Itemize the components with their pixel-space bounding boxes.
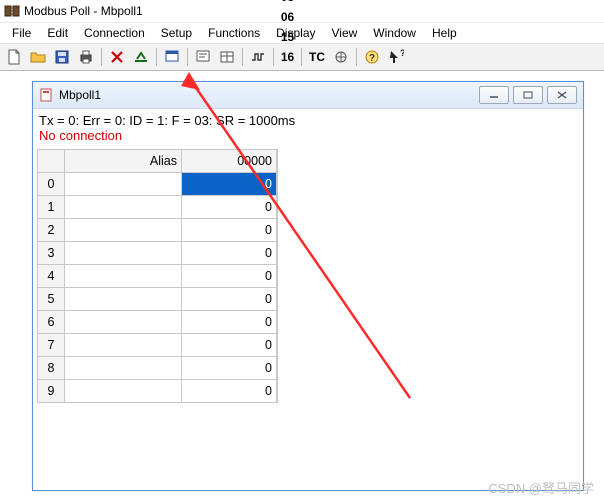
table-row[interactable]: 30	[38, 242, 277, 265]
column-header-alias[interactable]: Alias	[65, 150, 182, 173]
context-help-icon[interactable]: ?	[384, 45, 408, 69]
table-row[interactable]: 10	[38, 196, 277, 219]
row-index[interactable]: 2	[38, 219, 65, 242]
toolbar: 05061516172223 TC ? ?	[0, 43, 604, 71]
toolbar-separator	[301, 48, 302, 66]
menu-window[interactable]: Window	[365, 24, 424, 42]
cell-alias[interactable]	[65, 380, 182, 403]
disconnect-icon[interactable]	[105, 45, 129, 69]
cell-alias[interactable]	[65, 288, 182, 311]
cell-value[interactable]: 0	[182, 334, 277, 357]
test-center-icon[interactable]	[329, 45, 353, 69]
toolbar-separator	[356, 48, 357, 66]
row-header-blank	[38, 150, 65, 173]
cell-value[interactable]: 0	[182, 173, 277, 196]
app-title: Modbus Poll - Mbpoll1	[24, 4, 143, 18]
menu-functions[interactable]: Functions	[200, 24, 268, 42]
row-index[interactable]: 0	[38, 173, 65, 196]
row-index[interactable]: 6	[38, 311, 65, 334]
comm-traffic-icon[interactable]	[191, 45, 215, 69]
cell-value[interactable]: 0	[182, 357, 277, 380]
pulse-icon[interactable]	[246, 45, 270, 69]
cell-alias[interactable]	[65, 357, 182, 380]
svg-text:?: ?	[400, 49, 404, 58]
row-index[interactable]: 9	[38, 380, 65, 403]
status-line: Tx = 0: Err = 0: ID = 1: F = 03: SR = 10…	[37, 111, 579, 128]
function-code-06-button[interactable]: 06	[277, 7, 298, 27]
child-titlebar[interactable]: Mbpoll1	[33, 82, 583, 109]
tc-button[interactable]: TC	[305, 47, 329, 67]
cell-value[interactable]: 0	[182, 288, 277, 311]
row-index[interactable]: 4	[38, 265, 65, 288]
connection-status: No connection	[37, 128, 579, 147]
cell-value[interactable]: 0	[182, 380, 277, 403]
cell-alias[interactable]	[65, 242, 182, 265]
open-icon[interactable]	[26, 45, 50, 69]
cell-alias[interactable]	[65, 334, 182, 357]
row-index[interactable]: 7	[38, 334, 65, 357]
cell-alias[interactable]	[65, 311, 182, 334]
save-icon[interactable]	[50, 45, 74, 69]
new-icon[interactable]	[2, 45, 26, 69]
cell-alias[interactable]	[65, 196, 182, 219]
toolbar-separator	[187, 48, 188, 66]
table-row[interactable]: 40	[38, 265, 277, 288]
table-row[interactable]: 90	[38, 380, 277, 403]
cell-value[interactable]: 0	[182, 311, 277, 334]
menu-file[interactable]: File	[4, 24, 39, 42]
function-code-05-button[interactable]: 05	[277, 0, 298, 7]
table-row[interactable]: 80	[38, 357, 277, 380]
app-icon	[4, 3, 20, 19]
maximize-button[interactable]	[513, 86, 543, 104]
mdi-client-area: Mbpoll1 Tx = 0: Err = 0: ID = 1: F = 03:…	[0, 71, 604, 503]
menu-connection[interactable]: Connection	[76, 24, 153, 42]
close-button[interactable]	[547, 86, 577, 104]
cell-value[interactable]: 0	[182, 242, 277, 265]
toolbar-separator	[101, 48, 102, 66]
about-icon[interactable]: ?	[360, 45, 384, 69]
menu-edit[interactable]: Edit	[39, 24, 76, 42]
table-row[interactable]: 20	[38, 219, 277, 242]
register-table[interactable]: Alias 00000 00102030405060708090	[37, 149, 277, 403]
child-window: Mbpoll1 Tx = 0: Err = 0: ID = 1: F = 03:…	[32, 81, 584, 491]
row-index[interactable]: 3	[38, 242, 65, 265]
function-code-15-button[interactable]: 15	[277, 27, 298, 47]
connect-icon[interactable]	[129, 45, 153, 69]
menu-help[interactable]: Help	[424, 24, 465, 42]
toolbar-separator	[273, 48, 274, 66]
menubar: FileEditConnectionSetupFunctionsDisplayV…	[0, 23, 604, 43]
toolbar-separator	[242, 48, 243, 66]
svg-text:?: ?	[369, 53, 375, 64]
menu-setup[interactable]: Setup	[153, 24, 200, 42]
print-icon[interactable]	[74, 45, 98, 69]
child-title: Mbpoll1	[59, 88, 101, 102]
document-icon	[39, 87, 55, 103]
cell-value[interactable]: 0	[182, 265, 277, 288]
menu-view[interactable]: View	[324, 24, 366, 42]
minimize-button[interactable]	[479, 86, 509, 104]
row-index[interactable]: 5	[38, 288, 65, 311]
read-write-definition-icon[interactable]	[160, 45, 184, 69]
table-row[interactable]: 60	[38, 311, 277, 334]
cell-alias[interactable]	[65, 265, 182, 288]
cell-value[interactable]: 0	[182, 196, 277, 219]
excel-log-icon[interactable]	[215, 45, 239, 69]
table-row[interactable]: 00	[38, 173, 277, 196]
column-header-value[interactable]: 00000	[182, 150, 277, 173]
cell-alias[interactable]	[65, 219, 182, 242]
table-row[interactable]: 50	[38, 288, 277, 311]
child-content: Tx = 0: Err = 0: ID = 1: F = 03: SR = 10…	[33, 109, 583, 490]
row-index[interactable]: 1	[38, 196, 65, 219]
function-code-16-button[interactable]: 16	[277, 47, 298, 67]
table-row[interactable]: 70	[38, 334, 277, 357]
row-index[interactable]: 8	[38, 357, 65, 380]
app-titlebar: Modbus Poll - Mbpoll1	[0, 0, 604, 23]
cell-alias[interactable]	[65, 173, 182, 196]
toolbar-separator	[156, 48, 157, 66]
cell-value[interactable]: 0	[182, 219, 277, 242]
